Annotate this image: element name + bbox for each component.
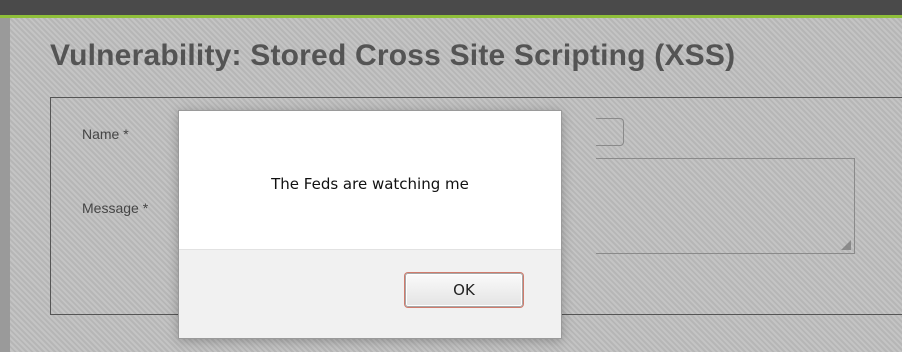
message-textarea[interactable] bbox=[596, 158, 855, 254]
resize-grip-icon[interactable] bbox=[841, 240, 851, 250]
message-label: Message * bbox=[82, 200, 149, 216]
alert-footer: OK bbox=[179, 249, 561, 338]
top-header-bar bbox=[0, 0, 902, 18]
name-label: Name * bbox=[82, 126, 129, 142]
ok-button[interactable]: OK bbox=[405, 273, 523, 307]
alert-message: The Feds are watching me bbox=[271, 175, 469, 193]
page-title: Vulnerability: Stored Cross Site Scripti… bbox=[50, 39, 736, 72]
alert-dialog: The Feds are watching me OK bbox=[178, 110, 562, 339]
left-edge-panel bbox=[0, 18, 10, 352]
name-input[interactable] bbox=[596, 118, 624, 146]
